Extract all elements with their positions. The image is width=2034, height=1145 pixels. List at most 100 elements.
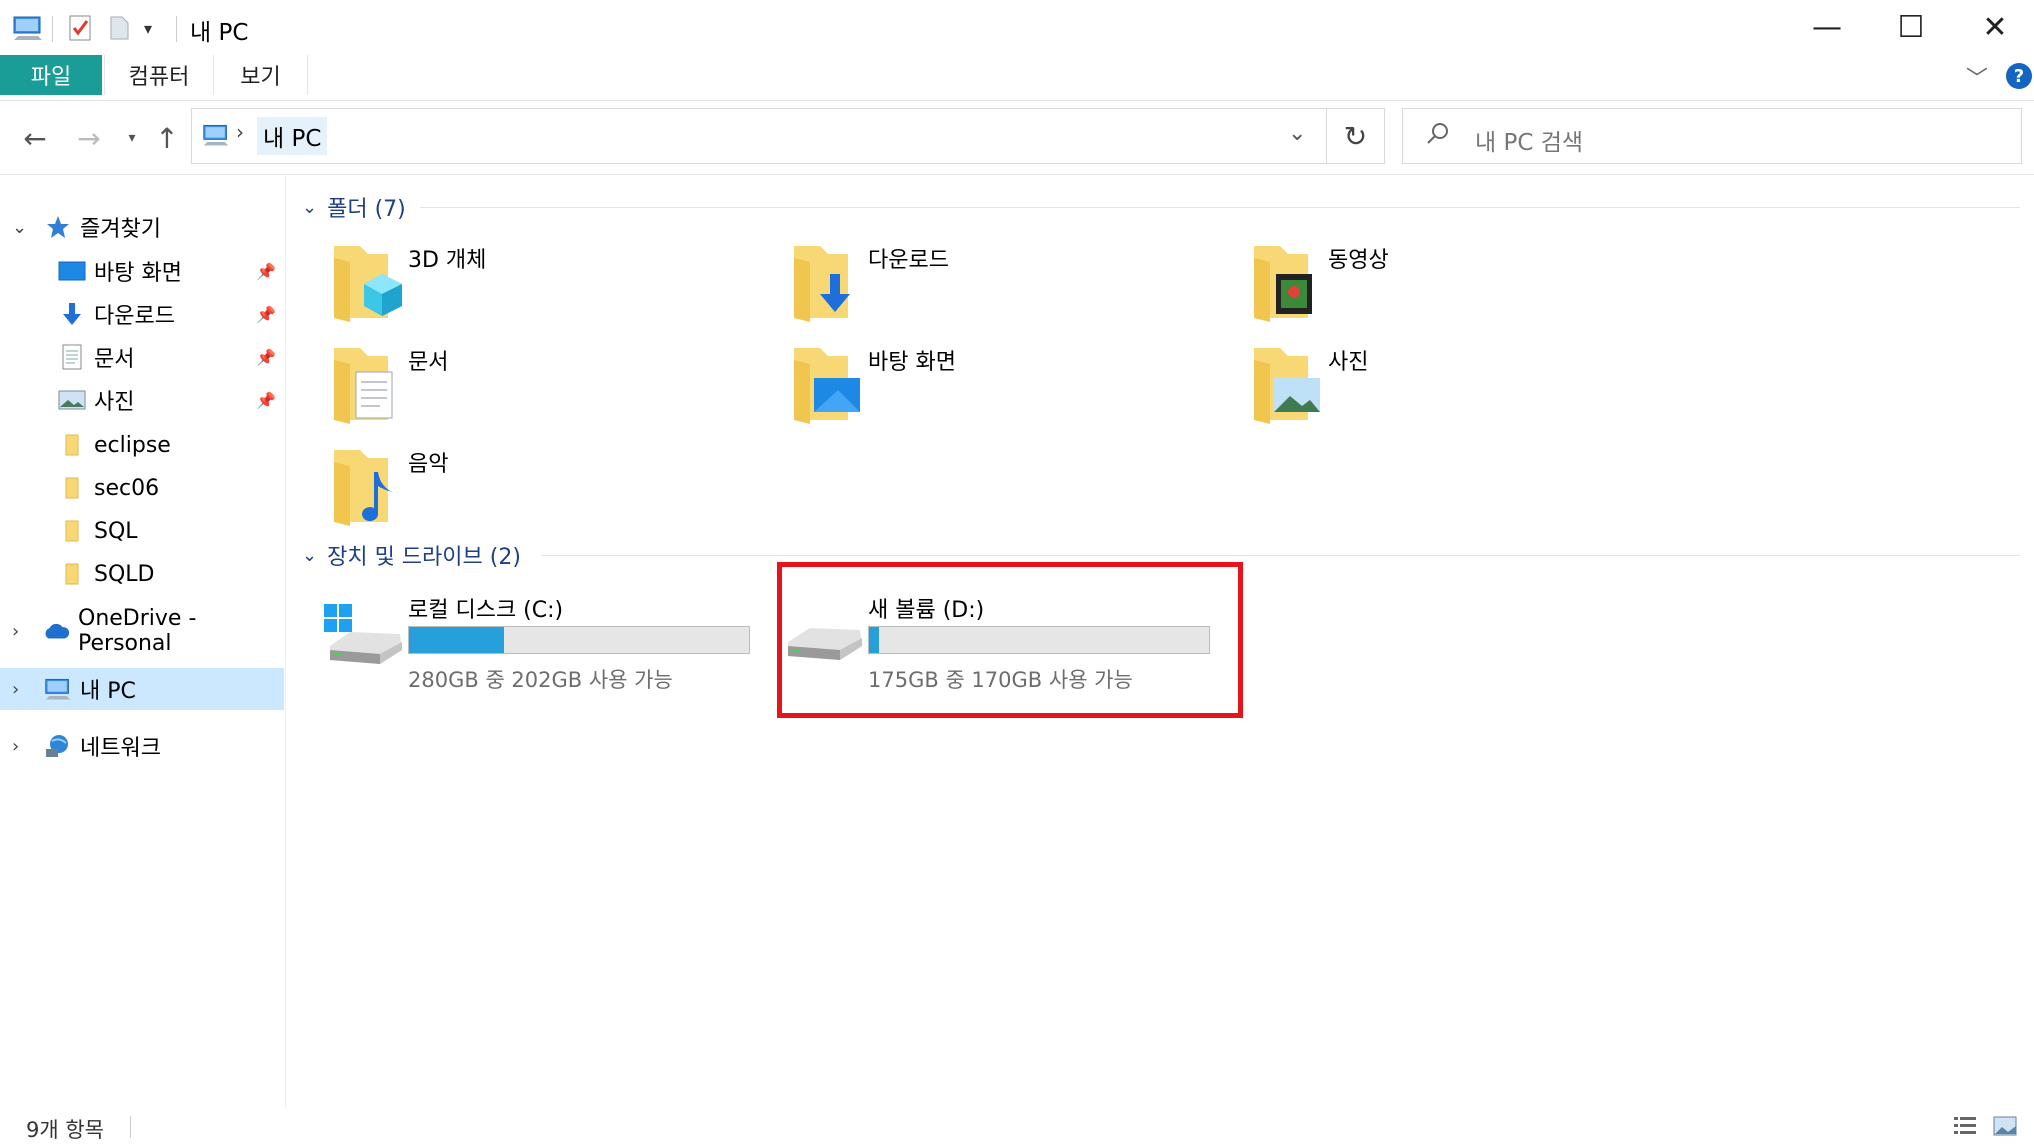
sidebar-item-network[interactable]: › 네트워크	[0, 725, 284, 767]
details-view-icon[interactable]	[1952, 1114, 1978, 1142]
sidebar-item-downloads[interactable]: 다운로드 📌	[0, 293, 284, 335]
sidebar-item-documents[interactable]: 문서 📌	[0, 336, 284, 378]
chevron-down-icon[interactable]: ⌄	[302, 197, 317, 218]
folder-downloads[interactable]: 다운로드	[778, 234, 1218, 330]
sidebar-item-label: 문서	[94, 347, 135, 372]
search-box[interactable]: 내 PC 검색	[1402, 108, 2022, 164]
pin-icon[interactable]: 📌	[256, 305, 276, 324]
window-title: 내 PC	[190, 20, 249, 46]
drive-free-space: 280GB 중 202GB 사용 가능	[408, 668, 673, 692]
group-header-folders[interactable]: ⌄ 폴더 (7)	[302, 190, 406, 224]
chevron-right-icon[interactable]: ›	[12, 621, 19, 642]
tab-computer[interactable]: 컴퓨터	[104, 55, 214, 95]
forward-arrow-icon[interactable]: →	[72, 121, 106, 155]
folder-icon	[58, 517, 86, 545]
sidebar-item-label: 네트워크	[80, 736, 161, 761]
search-icon	[1425, 121, 1451, 151]
sidebar-item-sec06[interactable]: sec06	[0, 467, 284, 509]
help-icon[interactable]: ?	[2006, 63, 2032, 89]
separator	[130, 1116, 131, 1138]
new-folder-icon[interactable]	[108, 12, 132, 44]
sidebar-item-onedrive[interactable]: › OneDrive - Personal	[0, 606, 284, 656]
folder-pictures[interactable]: 사진	[1238, 336, 1678, 432]
maximize-button[interactable]: ☐	[1868, 0, 1954, 55]
back-arrow-icon[interactable]: ←	[18, 121, 52, 155]
sidebar-item-label: 내 PC	[80, 679, 136, 704]
sidebar-item-quick-access[interactable]: ⌄ 즐겨찾기	[0, 206, 284, 248]
folder-desktop[interactable]: 바탕 화면	[778, 336, 1218, 432]
folder-name: 동영상	[1328, 248, 1389, 273]
drive-c[interactable]: 로컬 디스크 (C:) 280GB 중 202GB 사용 가능	[324, 582, 764, 692]
breadcrumb-this-pc[interactable]: 내 PC	[257, 117, 328, 155]
address-bar[interactable]: › 내 PC ⌄	[191, 108, 1327, 164]
pictures-icon	[58, 386, 86, 414]
drive-name: 로컬 디스크 (C:)	[408, 598, 564, 623]
minimize-button[interactable]: —	[1784, 0, 1870, 55]
sidebar-item-eclipse[interactable]: eclipse	[0, 424, 284, 466]
desktop-folder-icon	[790, 342, 866, 426]
pin-icon[interactable]: 📌	[256, 262, 276, 281]
folder-documents[interactable]: 문서	[318, 336, 758, 432]
status-bar: 9개 항목	[0, 1108, 2034, 1145]
download-icon	[58, 300, 86, 328]
group-title: 폴더 (7)	[327, 197, 406, 222]
chevron-down-icon[interactable]: ⌄	[302, 545, 317, 566]
chevron-right-icon[interactable]: ›	[12, 736, 19, 757]
chevron-right-icon[interactable]: ›	[12, 679, 19, 700]
folder-name: 다운로드	[868, 248, 949, 273]
refresh-icon[interactable]: ↻	[1327, 108, 1385, 164]
this-pc-icon	[44, 675, 72, 703]
divider	[420, 207, 2020, 208]
sidebar-item-sqld[interactable]: SQLD	[0, 553, 284, 595]
sidebar-item-label: eclipse	[94, 432, 171, 458]
properties-icon[interactable]	[68, 12, 94, 44]
this-pc-icon	[12, 12, 44, 44]
expand-ribbon-icon[interactable]: ﹀	[1966, 61, 1988, 93]
folder-videos[interactable]: 동영상	[1238, 234, 1678, 330]
folder-name: 바탕 화면	[868, 350, 956, 375]
folder-music[interactable]: 음악	[318, 438, 758, 534]
folder-icon	[58, 474, 86, 502]
ribbon: 파일 컴퓨터 보기 ﹀ ?	[0, 55, 2034, 101]
sidebar-item-sql[interactable]: SQL	[0, 510, 284, 552]
documents-folder-icon	[330, 342, 406, 426]
search-input[interactable]: 내 PC 검색	[1475, 123, 1583, 157]
sidebar-item-this-pc[interactable]: › 내 PC	[0, 668, 284, 710]
divider	[542, 555, 2020, 556]
pin-icon[interactable]: 📌	[256, 391, 276, 410]
separator	[176, 16, 177, 42]
customize-toolbar-icon[interactable]: ▾	[144, 12, 152, 44]
navigation-bar: ← → ▾ ↑ › 내 PC ⌄ ↻ 내 PC 검색	[0, 101, 2034, 175]
large-icons-view-icon[interactable]	[1992, 1114, 2018, 1142]
group-header-drives[interactable]: ⌄ 장치 및 드라이브 (2)	[302, 538, 521, 572]
sidebar-item-label: sec06	[94, 475, 160, 501]
sidebar-item-label: 다운로드	[94, 304, 175, 329]
address-dropdown-chevron-icon[interactable]: ⌄	[1288, 121, 1306, 146]
close-button[interactable]: ✕	[1952, 0, 2034, 55]
sidebar-item-pictures[interactable]: 사진 📌	[0, 379, 284, 421]
tab-file[interactable]: 파일	[0, 55, 102, 95]
tab-view[interactable]: 보기	[214, 55, 308, 95]
sidebar-item-label: SQL	[94, 518, 138, 544]
title-bar: ▾ 내 PC — ☐ ✕	[0, 0, 2034, 55]
chevron-down-icon[interactable]: ⌄	[12, 217, 27, 238]
item-count: 9개 항목	[26, 1118, 104, 1142]
recent-locations-chevron-icon[interactable]: ▾	[122, 121, 142, 155]
pictures-folder-icon	[1250, 342, 1326, 426]
document-icon	[58, 343, 86, 371]
folder-icon	[58, 560, 86, 588]
folder-name: 음악	[408, 452, 449, 477]
breadcrumb-chevron-icon[interactable]: ›	[236, 120, 244, 144]
folder-name: 문서	[408, 350, 449, 375]
folder-name: 3D 개체	[408, 248, 487, 273]
pin-icon[interactable]: 📌	[256, 348, 276, 367]
cloud-icon	[42, 617, 70, 645]
sidebar-item-desktop[interactable]: 바탕 화면 📌	[0, 250, 284, 292]
downloads-folder-icon	[790, 240, 866, 324]
network-icon	[44, 732, 72, 760]
sidebar-item-label: SQLD	[94, 561, 155, 587]
folder-icon	[58, 431, 86, 459]
drive-usage-fill	[409, 627, 505, 653]
folder-3d-objects[interactable]: 3D 개체	[318, 234, 758, 330]
up-arrow-icon[interactable]: ↑	[150, 121, 184, 155]
